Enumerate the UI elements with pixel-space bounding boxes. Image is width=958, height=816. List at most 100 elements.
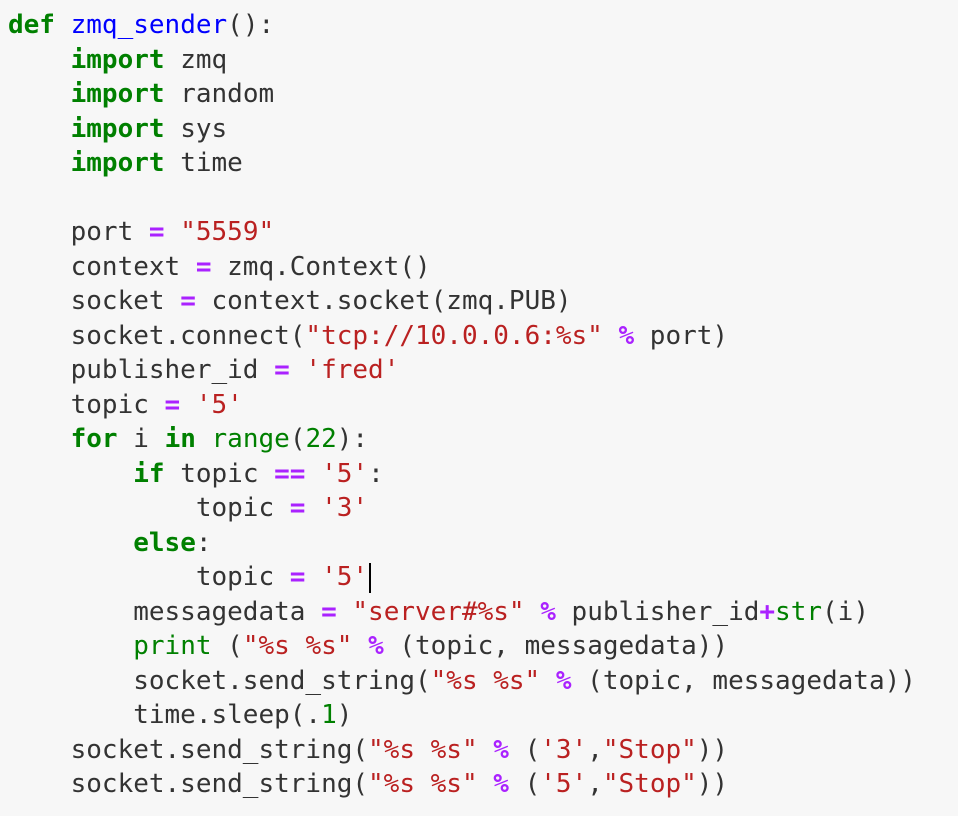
code-token-plain: topic bbox=[164, 458, 275, 489]
code-token-plain: time.sleep(. bbox=[8, 700, 322, 730]
code-token-str: "%s %s" bbox=[368, 769, 478, 799]
code-line[interactable]: socket.send_string("%s %s" % ('3',"Stop"… bbox=[8, 733, 958, 768]
code-token-plain: (): bbox=[227, 10, 275, 40]
code-token-kw: in bbox=[164, 424, 196, 454]
code-line[interactable]: import random bbox=[8, 77, 958, 112]
code-token-str: '5' bbox=[321, 458, 369, 489]
code-token-plain: sys bbox=[164, 113, 228, 144]
code-token-kw: else bbox=[133, 527, 196, 558]
code-token-op: % bbox=[493, 734, 509, 765]
code-line[interactable]: def zmq_sender(): bbox=[8, 8, 958, 43]
code-token-plain: time bbox=[164, 148, 243, 178]
code-token-str: "tcp://10.0.0.6:%s" bbox=[305, 320, 603, 351]
code-line[interactable] bbox=[8, 181, 958, 216]
code-token-plain: socket.send_string( bbox=[8, 665, 431, 696]
code-editor[interactable]: def zmq_sender(): import zmq import rand… bbox=[0, 0, 958, 816]
code-token-plain: topic bbox=[8, 493, 290, 523]
code-token-plain: : bbox=[368, 458, 384, 489]
text-caret bbox=[369, 562, 372, 593]
code-line[interactable]: for i in range(22): bbox=[8, 422, 958, 457]
code-token-op: = bbox=[148, 217, 165, 247]
code-token-plain: ( bbox=[289, 424, 306, 454]
code-token-kw: import bbox=[70, 44, 165, 75]
code-token-plain: publisher_id bbox=[8, 355, 275, 385]
code-line[interactable]: import sys bbox=[8, 112, 958, 147]
code-token-plain: , bbox=[587, 769, 603, 799]
code-token-str: '5' bbox=[540, 769, 588, 799]
code-token-plain: context.socket(zmq.PUB) bbox=[195, 286, 572, 316]
code-line[interactable]: else: bbox=[8, 526, 958, 561]
code-line[interactable]: topic = '3' bbox=[8, 491, 958, 526]
code-token-plain: socket.send_string( bbox=[8, 734, 369, 765]
code-token-op: % bbox=[368, 631, 384, 661]
code-line[interactable]: topic = '5' bbox=[8, 388, 958, 423]
code-token-num: 1 bbox=[321, 700, 337, 730]
code-token-kw: import bbox=[70, 113, 165, 144]
code-token-kw: import bbox=[70, 148, 165, 178]
code-line[interactable]: socket.connect("tcp://10.0.0.6:%s" % por… bbox=[8, 319, 958, 354]
code-line[interactable]: print ("%s %s" % (topic, messagedata)) bbox=[8, 629, 958, 664]
code-token-str: '5' bbox=[195, 389, 243, 420]
code-token-plain: zmq bbox=[164, 44, 228, 75]
code-token-str: "%s %s" bbox=[430, 665, 541, 696]
code-line[interactable]: import zmq bbox=[8, 43, 958, 78]
code-line[interactable]: messagedata = "server#%s" % publisher_id… bbox=[8, 595, 958, 630]
code-token-plain: )) bbox=[696, 734, 729, 765]
code-token-op: = bbox=[274, 355, 290, 385]
code-line[interactable]: time.sleep(.1) bbox=[8, 698, 958, 733]
code-token-plain: ) bbox=[336, 700, 353, 730]
code-token-plain: ( bbox=[211, 631, 243, 661]
code-line[interactable]: if topic == '5': bbox=[8, 457, 958, 492]
code-line[interactable]: socket.send_string("%s %s" % ('5',"Stop"… bbox=[8, 767, 958, 802]
code-token-plain: (topic, messagedata)) bbox=[571, 665, 916, 696]
code-token-str: "Stop" bbox=[602, 734, 697, 765]
code-line[interactable]: topic = '5' bbox=[8, 560, 958, 595]
code-token-plain: socket bbox=[8, 286, 181, 316]
code-token-plain: port bbox=[8, 217, 149, 247]
code-line[interactable]: publisher_id = 'fred' bbox=[8, 353, 958, 388]
code-token-op: = bbox=[321, 596, 337, 627]
code-token-op: = bbox=[180, 286, 196, 316]
code-token-str: "server#%s" bbox=[352, 596, 525, 627]
code-token-op: = bbox=[289, 562, 306, 592]
code-token-builtin: str bbox=[775, 596, 823, 627]
code-line[interactable]: socket = context.socket(zmq.PUB) bbox=[8, 284, 958, 319]
code-token-op: = bbox=[289, 493, 306, 523]
code-token-builtin: print bbox=[133, 631, 212, 661]
code-token-kw: import bbox=[70, 79, 165, 109]
code-token-plain: : bbox=[195, 527, 212, 558]
code-token-str: '5' bbox=[321, 562, 369, 592]
code-token-op: % bbox=[493, 769, 509, 799]
code-token-op: % bbox=[618, 320, 635, 351]
code-token-plain: (topic, messagedata)) bbox=[383, 631, 729, 661]
code-body[interactable]: def zmq_sender(): import zmq import rand… bbox=[8, 8, 958, 802]
code-token-kw: if bbox=[133, 458, 165, 489]
code-line[interactable]: context = zmq.Context() bbox=[8, 250, 958, 285]
code-line[interactable]: import time bbox=[8, 146, 958, 181]
code-token-plain: socket.send_string( bbox=[8, 769, 369, 799]
code-token-str: 'fred' bbox=[305, 355, 400, 385]
code-line[interactable]: socket.send_string("%s %s" % (topic, mes… bbox=[8, 664, 958, 699]
code-line[interactable]: port = "5559" bbox=[8, 215, 958, 250]
code-token-plain: (i) bbox=[822, 596, 869, 627]
code-token-plain: ( bbox=[508, 734, 541, 765]
code-token-str: '3' bbox=[540, 734, 588, 765]
code-token-plain: ( bbox=[508, 769, 541, 799]
code-token-plain: topic bbox=[8, 389, 165, 420]
code-token-num: 22 bbox=[305, 424, 337, 454]
